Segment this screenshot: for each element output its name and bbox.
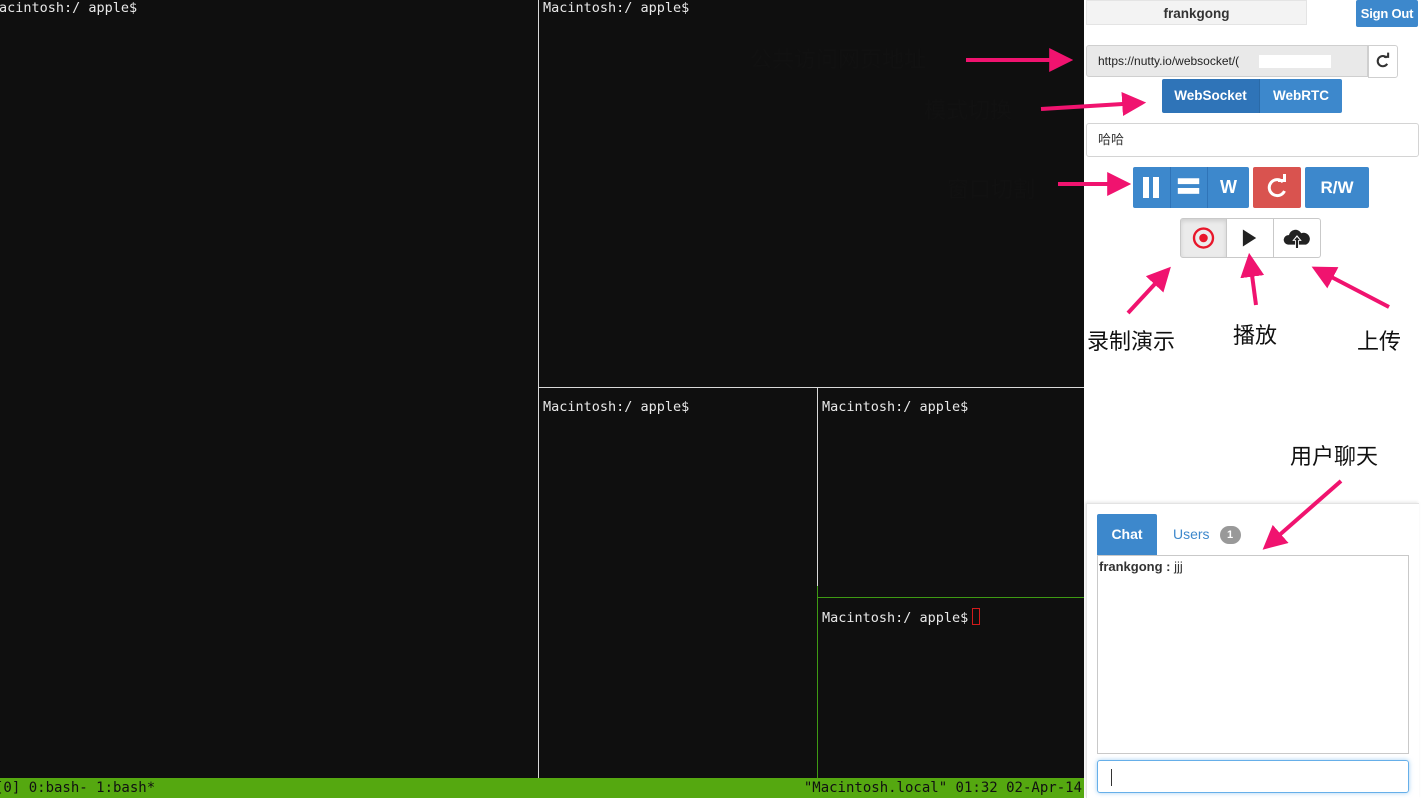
annotation-split: 窗口切割	[947, 178, 1036, 203]
prompt-text: Macintosh:/ apple$	[543, 0, 690, 16]
mode-webrtc-button[interactable]: WebRTC	[1259, 79, 1342, 113]
pane-divider[interactable]	[539, 387, 1084, 388]
play-icon	[1242, 229, 1257, 247]
pane-bottom-right-active[interactable]: Macintosh:/ apple$	[818, 608, 1084, 778]
refresh-url-button[interactable]	[1368, 45, 1398, 78]
screen: acintosh:/ apple$ Macintosh:/ apple$ Mac…	[0, 0, 1425, 798]
share-url-text: https://nutty.io/websocket/(	[1098, 54, 1240, 68]
username-label: frankgong	[1086, 0, 1307, 25]
reset-icon	[1267, 174, 1286, 198]
refresh-icon	[1376, 52, 1390, 68]
split-vertical-button[interactable]	[1133, 167, 1170, 208]
url-redaction	[1259, 55, 1331, 68]
tab-chat[interactable]: Chat	[1097, 514, 1157, 555]
prompt-label: Macintosh:/ apple$	[822, 610, 969, 626]
chat-messages[interactable]: frankgong : jjj	[1097, 555, 1409, 754]
prompt-text: Macintosh:/ apple$	[543, 399, 690, 415]
chat-input[interactable]	[1097, 760, 1409, 793]
annotation-chat: 用户聊天	[1290, 445, 1379, 470]
annotation-record: 录制演示	[1087, 330, 1176, 355]
cloud-upload-icon	[1283, 229, 1310, 249]
upload-button[interactable]	[1274, 218, 1321, 258]
text-caret	[1111, 769, 1112, 786]
reset-button[interactable]	[1253, 167, 1301, 208]
active-pane-border	[817, 586, 818, 778]
annotation-play: 播放	[1233, 324, 1278, 349]
terminal-cursor	[972, 608, 981, 625]
tab-users[interactable]: Users 1	[1173, 514, 1241, 555]
play-button[interactable]	[1227, 218, 1274, 258]
tab-users-label: Users	[1173, 526, 1210, 542]
message-text: jjj	[1174, 559, 1183, 574]
tmux-status-bar: [0] 0:bash- 1:bash* "Macintosh.local" 01…	[0, 778, 1084, 798]
split-horizontal-button[interactable]	[1170, 167, 1207, 208]
status-host-time: "Macintosh.local" 01:32 02-Apr-14	[803, 780, 1082, 796]
message-author: frankgong :	[1099, 559, 1171, 574]
new-window-button[interactable]: W	[1207, 167, 1249, 208]
record-icon	[1192, 227, 1215, 249]
prompt-text: Macintosh:/ apple$	[822, 608, 981, 626]
split-vertical-icon	[1143, 177, 1159, 198]
pane-left[interactable]: acintosh:/ apple$	[0, 0, 538, 778]
status-windows: [0] 0:bash- 1:bash*	[0, 780, 156, 796]
users-count-badge: 1	[1219, 526, 1241, 544]
annotation-upload: 上传	[1357, 330, 1402, 355]
pane-bottom-right-top[interactable]: Macintosh:/ apple$	[818, 399, 1084, 597]
annotation-url: 公共访问网页地址	[750, 48, 927, 73]
mode-websocket-button[interactable]: WebSocket	[1162, 79, 1259, 113]
chat-panel: Chat Users 1 frankgong : jjj	[1086, 503, 1419, 798]
record-button[interactable]	[1180, 218, 1227, 258]
chat-message: frankgong : jjj	[1099, 559, 1407, 574]
annotation-mode: 模式切换	[924, 99, 1013, 124]
active-pane-border	[818, 597, 1084, 598]
read-write-button[interactable]: R/W	[1305, 167, 1369, 208]
pane-divider[interactable]	[817, 388, 818, 586]
prompt-text: Macintosh:/ apple$	[822, 399, 969, 415]
tmux-terminal[interactable]: acintosh:/ apple$ Macintosh:/ apple$ Mac…	[0, 0, 1084, 798]
session-name-input[interactable]: 哈哈	[1086, 123, 1419, 157]
pane-divider[interactable]	[538, 0, 539, 778]
sign-out-button[interactable]: Sign Out	[1356, 0, 1418, 27]
prompt-text: acintosh:/ apple$	[0, 0, 138, 16]
share-url-field[interactable]: https://nutty.io/websocket/(	[1086, 45, 1368, 77]
pane-bottom-middle[interactable]: Macintosh:/ apple$	[539, 399, 817, 778]
split-horizontal-icon	[1177, 178, 1200, 194]
